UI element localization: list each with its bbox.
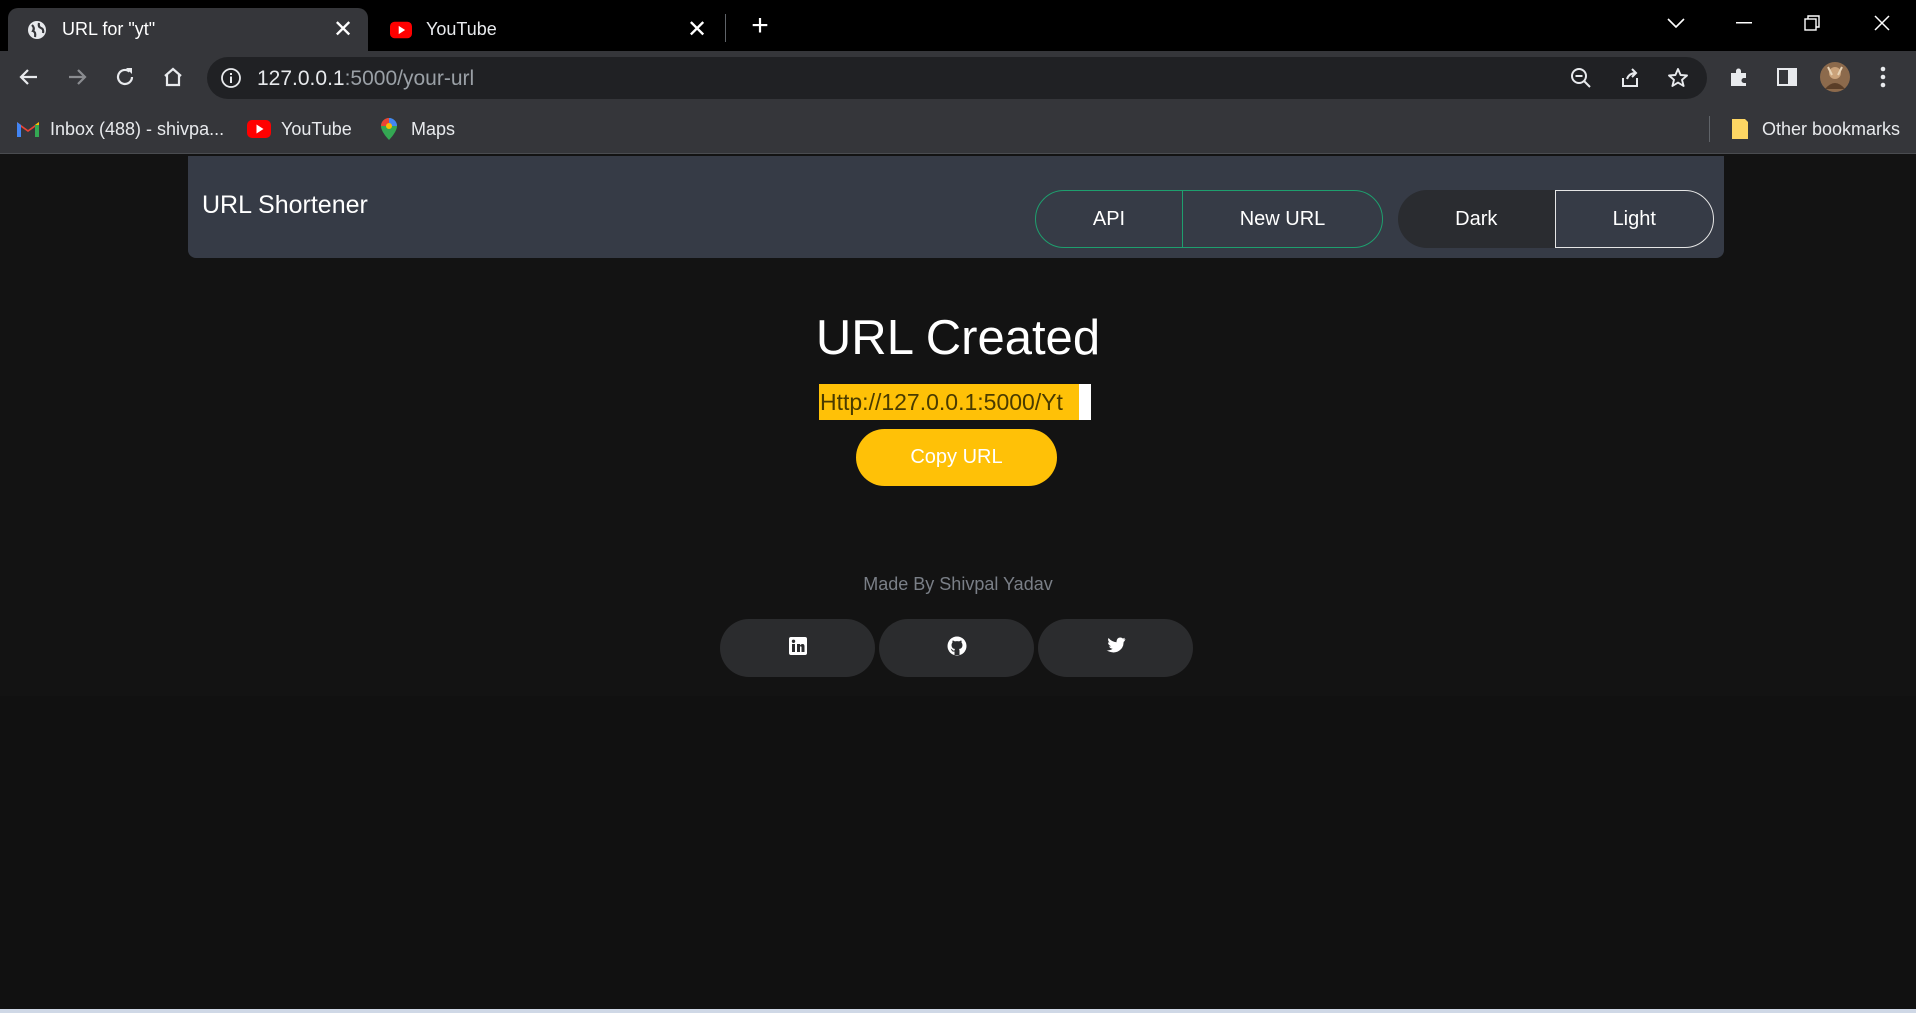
address-path: :5000/your-url (344, 67, 475, 90)
bookmark-label: Inbox (488) - shivpa... (50, 118, 225, 139)
footer-credit: Made By Shivpal Yadav (863, 574, 1053, 594)
bookmark-maps[interactable]: Maps (377, 116, 455, 142)
close-tab-icon[interactable]: ✕ (684, 16, 710, 43)
tab-title: URL for "yt" (62, 19, 156, 39)
linkedin-button[interactable] (720, 619, 875, 677)
nav-button-group: API New URL (1035, 190, 1383, 248)
page-title: URL Created (815, 311, 1101, 365)
api-button[interactable]: API (1036, 191, 1183, 247)
extensions-icon[interactable] (1719, 57, 1759, 97)
maps-icon (377, 117, 401, 141)
tab-youtube[interactable]: YouTube ✕ (372, 8, 722, 51)
bookmark-label: Maps (411, 118, 456, 139)
github-icon (947, 636, 967, 661)
linkedin-icon (788, 636, 807, 660)
bookmarks-bar: Inbox (488) - shivpa... YouTube Maps Oth… (0, 104, 1916, 154)
github-button[interactable] (879, 619, 1034, 677)
forward-icon[interactable] (57, 57, 97, 97)
bookmarks-divider (1709, 116, 1710, 142)
copy-url-button[interactable]: Copy URL (856, 429, 1057, 486)
back-icon[interactable] (9, 57, 49, 97)
app-brand[interactable]: URL Shortener (202, 191, 368, 220)
gmail-icon (16, 117, 40, 141)
browser-toolbar: 127.0.0.1:5000/your-url (0, 51, 1916, 104)
address-host: 127.0.0.1 (257, 67, 345, 90)
share-icon[interactable] (1618, 66, 1642, 90)
zoom-out-icon[interactable] (1569, 66, 1593, 90)
youtube-icon (390, 19, 412, 41)
home-icon[interactable] (153, 57, 193, 97)
short-url-value: Http://127.0.0.1:5000/Yt (820, 389, 1063, 415)
close-tab-icon[interactable]: ✕ (330, 16, 356, 43)
text-selection-caret (1079, 384, 1091, 420)
close-window-icon[interactable] (1852, 0, 1912, 45)
other-bookmarks-label: Other bookmarks (1762, 118, 1901, 139)
profile-avatar[interactable] (1815, 57, 1855, 97)
minimize-icon[interactable] (1714, 0, 1774, 45)
tab-strip: URL for "yt" ✕ YouTube ✕ + (0, 0, 1916, 51)
address-bar[interactable]: 127.0.0.1:5000/your-url (207, 57, 1707, 99)
more-menu-icon[interactable] (1863, 57, 1903, 97)
new-tab-button[interactable]: + (744, 9, 776, 42)
youtube-icon (247, 117, 271, 141)
bookmark-star-icon[interactable] (1666, 66, 1690, 90)
web-page: URL Shortener API New URL Dark Light URL… (0, 154, 1916, 1010)
bookmark-inbox[interactable]: Inbox (488) - shivpa... (16, 116, 224, 142)
tab-title: YouTube (426, 19, 497, 39)
app-navbar: URL Shortener API New URL Dark Light (188, 156, 1724, 258)
globe-icon (26, 19, 48, 41)
reload-icon[interactable] (105, 57, 145, 97)
restore-icon[interactable] (1782, 0, 1842, 45)
site-info-icon[interactable] (219, 66, 243, 90)
address-text[interactable]: 127.0.0.1:5000/your-url (257, 67, 474, 91)
twitter-icon (1106, 637, 1126, 659)
side-panel-icon[interactable] (1767, 57, 1807, 97)
bookmark-youtube[interactable]: YouTube (247, 116, 352, 142)
twitter-button[interactable] (1038, 619, 1193, 677)
page-content: URL Shortener API New URL Dark Light URL… (0, 154, 1916, 696)
tab-url-created[interactable]: URL for "yt" ✕ (8, 8, 368, 51)
theme-toggle-group: Dark Light (1398, 190, 1714, 248)
light-theme-button[interactable]: Light (1554, 190, 1714, 248)
new-url-button[interactable]: New URL (1183, 191, 1382, 247)
tab-divider (725, 14, 726, 42)
short-url-text[interactable]: Http://127.0.0.1:5000/Yt (819, 384, 1091, 420)
window-bottom-edge (0, 1009, 1916, 1013)
folder-icon (1728, 117, 1752, 141)
tab-search-icon[interactable] (1646, 0, 1706, 45)
bookmark-label: YouTube (281, 118, 352, 139)
dark-theme-button[interactable]: Dark (1398, 190, 1555, 248)
other-bookmarks[interactable]: Other bookmarks (1728, 116, 1900, 142)
